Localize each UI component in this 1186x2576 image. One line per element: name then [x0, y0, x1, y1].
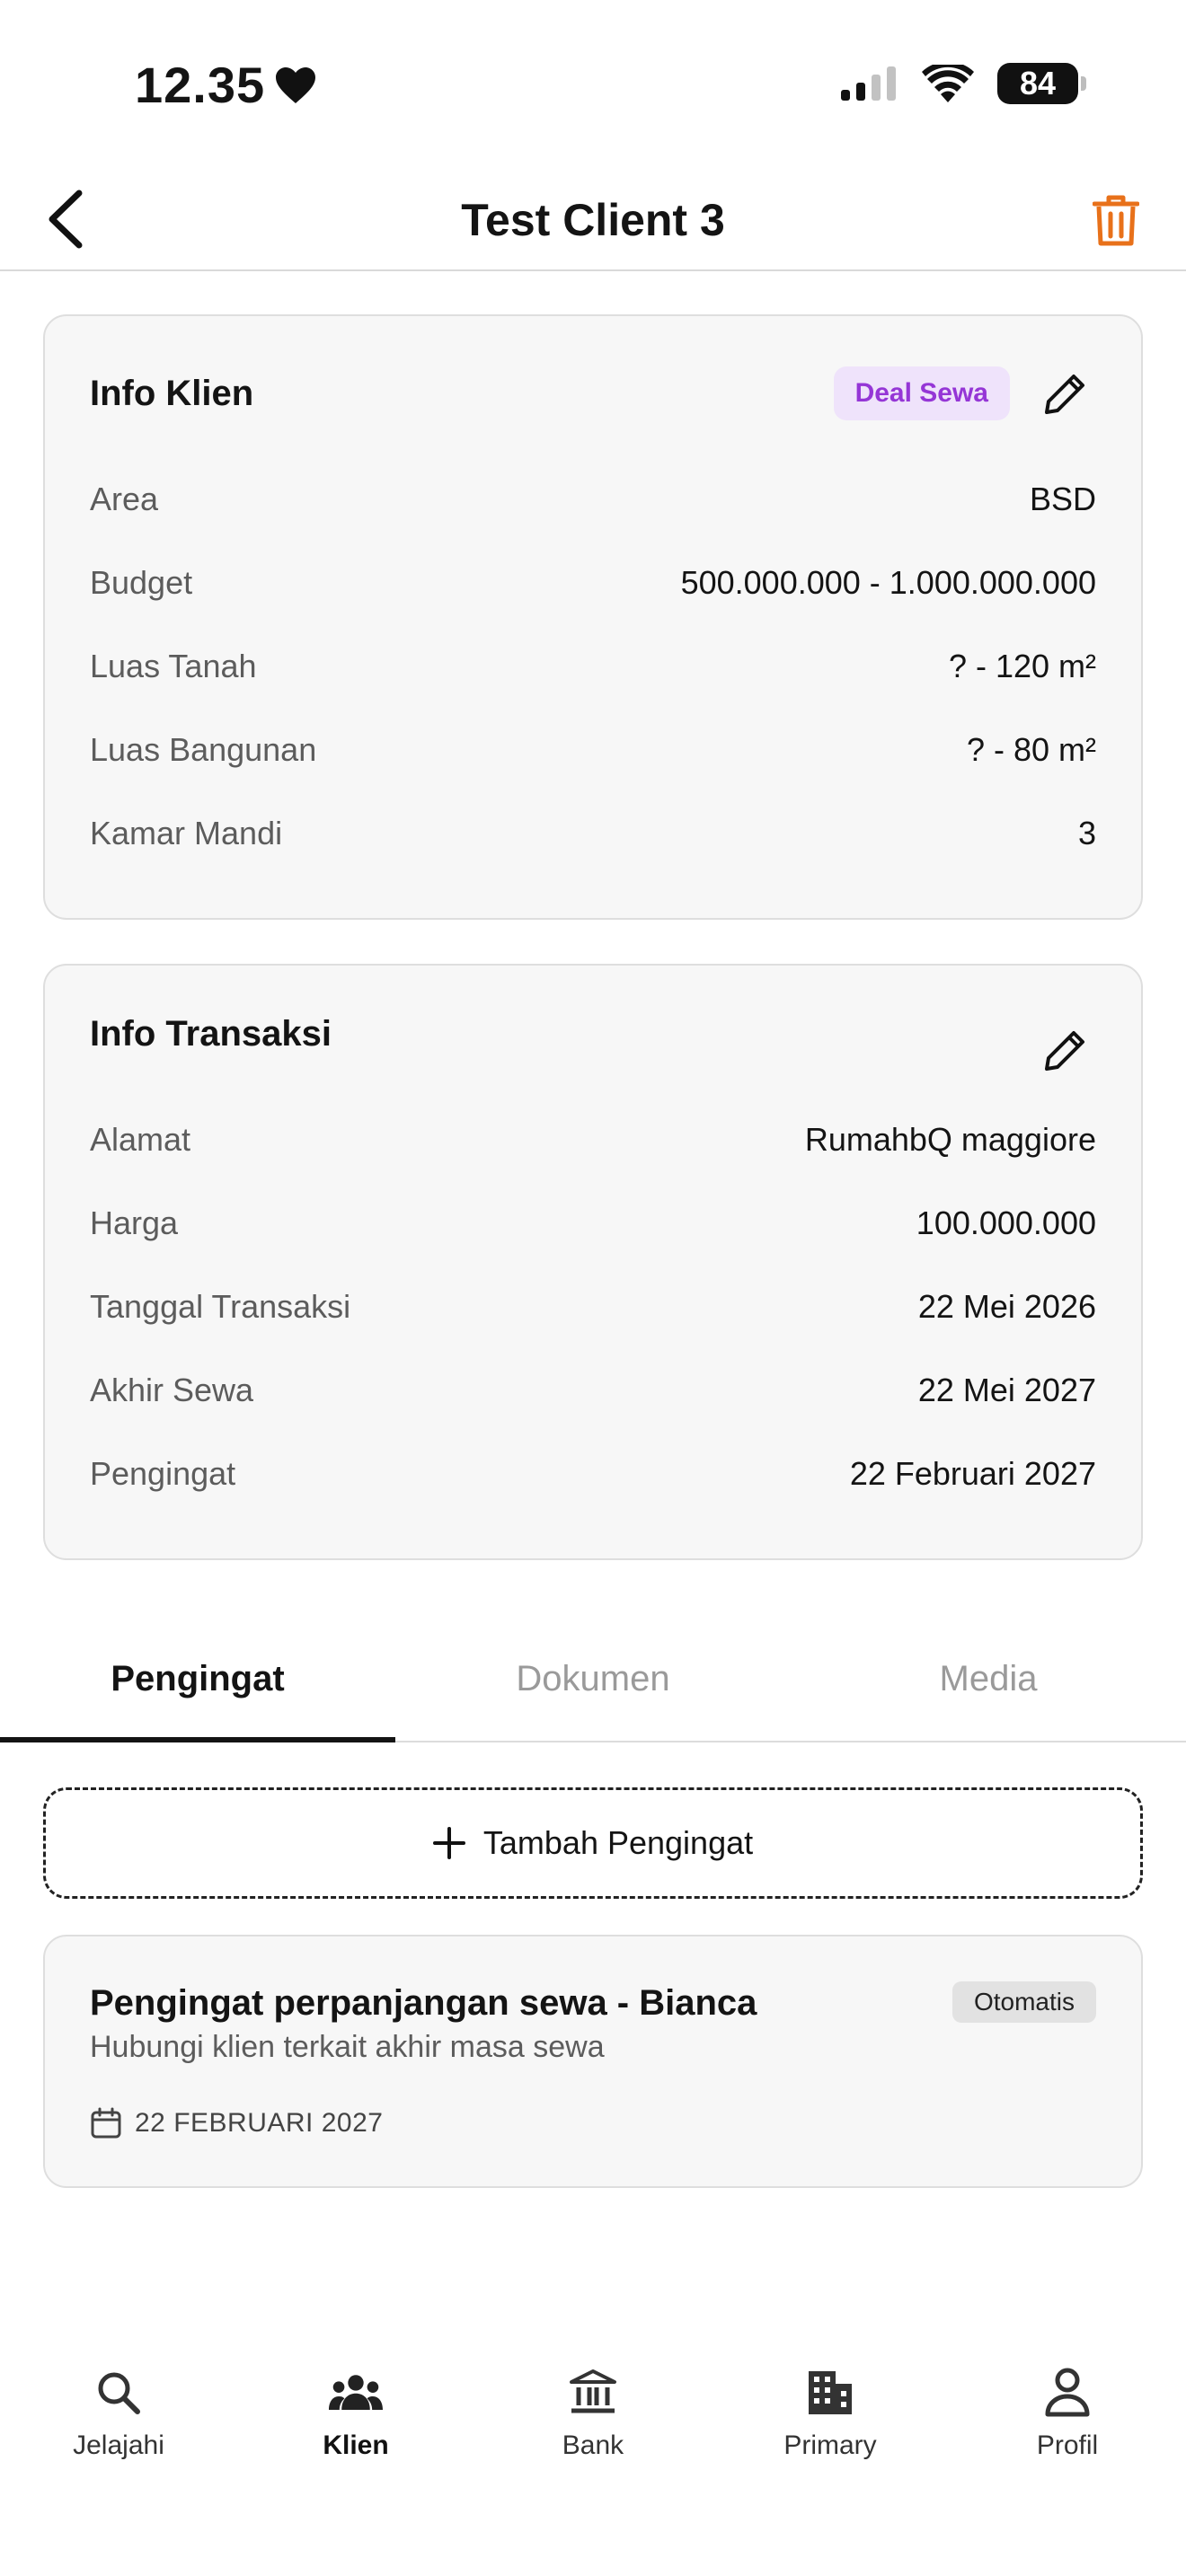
info-row-value: 22 Mei 2026 — [917, 1288, 1096, 1325]
status-indicators: 84 — [841, 63, 1086, 104]
reminder-date: 22 FEBRUARI 2027 — [90, 2107, 383, 2139]
trash-icon — [1093, 195, 1139, 246]
person-icon — [1040, 2366, 1094, 2420]
active-tab-indicator — [0, 1737, 395, 1742]
reminder-type-badge: Otomatis — [951, 1981, 1096, 2023]
info-row-value: ? - 120 m² — [948, 648, 1096, 684]
reminder-subtitle: Hubungi klien terkait akhir masa sewa — [90, 2030, 605, 2064]
delete-button[interactable] — [1082, 187, 1150, 255]
info-row: Luas Tanah ? - 120 m² — [90, 640, 1096, 693]
edit-transaction-button[interactable] — [1039, 1023, 1093, 1077]
pencil-icon — [1045, 375, 1084, 414]
info-row: Kamar Mandi 3 — [90, 807, 1096, 860]
info-row-value: 22 Februari 2027 — [849, 1455, 1096, 1492]
status-badge: Deal Sewa — [833, 366, 1010, 420]
info-row-value: 3 — [1077, 815, 1096, 851]
info-row-label: Budget — [90, 564, 193, 601]
plus-icon — [432, 1827, 465, 1859]
info-row-label: Luas Tanah — [90, 648, 257, 684]
info-row-value: 100.000.000 — [916, 1204, 1096, 1241]
info-row-value: RumahbQ maggiore — [804, 1121, 1096, 1158]
nav-jelajahi[interactable]: Jelajahi — [0, 2366, 237, 2461]
search-icon — [92, 2366, 146, 2420]
reminder-card[interactable]: Pengingat perpanjangan sewa - Bianca Hub… — [43, 1935, 1143, 2188]
info-row: Tanggal Transaksi 22 Mei 2026 — [90, 1280, 1096, 1334]
info-row: Harga 100.000.000 — [90, 1196, 1096, 1250]
info-row-label: Alamat — [90, 1121, 191, 1158]
info-row-label: Tanggal Transaksi — [90, 1288, 351, 1325]
info-row: Luas Bangunan ? - 80 m² — [90, 723, 1096, 777]
edit-client-button[interactable] — [1039, 366, 1093, 420]
info-row: Budget 500.000.000 - 1.000.000.000 — [90, 556, 1096, 610]
tab-media[interactable]: Media — [791, 1617, 1186, 1741]
add-reminder-button[interactable]: Tambah Pengingat — [43, 1787, 1143, 1899]
info-transaksi-title: Info Transaksi — [90, 1014, 332, 1054]
info-row-value: 22 Mei 2027 — [917, 1372, 1096, 1408]
signal-icon — [841, 66, 896, 101]
wifi-icon — [922, 65, 974, 102]
nav-label: Profil — [1036, 2430, 1099, 2460]
info-row-value: ? - 80 m² — [966, 731, 1096, 768]
info-row-label: Area — [90, 481, 159, 517]
nav-profil[interactable]: Profil — [949, 2366, 1186, 2461]
nav-klien[interactable]: Klien — [237, 2366, 474, 2461]
info-row-label: Harga — [90, 1204, 179, 1241]
info-row-label: Kamar Mandi — [90, 815, 283, 851]
nav-bank[interactable]: Bank — [474, 2366, 712, 2461]
reminder-title: Pengingat perpanjangan sewa - Bianca — [90, 1983, 757, 2023]
heart-icon — [276, 66, 316, 103]
bottom-nav: Jelajahi Klien Bank Primary Profil — [0, 2335, 1186, 2576]
status-bar: 12.35 84 — [0, 0, 1186, 171]
reminder-date-text: 22 FEBRUARI 2027 — [135, 2108, 384, 2138]
building-icon — [803, 2366, 857, 2420]
info-row-label: Akhir Sewa — [90, 1372, 254, 1408]
info-klien-card: Info Klien Deal Sewa Area BSD Budget 500… — [43, 314, 1143, 920]
nav-primary[interactable]: Primary — [712, 2366, 949, 2461]
calendar-icon — [91, 2107, 121, 2139]
add-reminder-label: Tambah Pengingat — [482, 1824, 754, 1861]
info-row-label: Luas Bangunan — [90, 731, 317, 768]
pencil-icon — [1045, 1031, 1084, 1071]
nav-label: Primary — [783, 2430, 877, 2460]
nav-label: Klien — [323, 2430, 389, 2460]
status-time: 12.35 — [135, 56, 317, 114]
page-title: Test Client 3 — [461, 195, 725, 245]
info-row: Akhir Sewa 22 Mei 2027 — [90, 1363, 1096, 1417]
info-row-label: Pengingat — [90, 1455, 236, 1492]
info-row: Pengingat 22 Februari 2027 — [90, 1447, 1096, 1501]
nav-label: Bank — [562, 2430, 624, 2460]
info-row-value: 500.000.000 - 1.000.000.000 — [680, 564, 1096, 601]
people-icon — [329, 2366, 383, 2420]
tab-pengingat[interactable]: Pengingat — [0, 1617, 395, 1741]
tab-bar: Pengingat Dokumen Media — [0, 1617, 1186, 1742]
info-row: Alamat RumahbQ maggiore — [90, 1113, 1096, 1167]
nav-label: Jelajahi — [73, 2430, 164, 2460]
battery-indicator: 84 — [997, 63, 1086, 104]
info-transaksi-card: Info Transaksi Alamat RumahbQ maggiore H… — [43, 964, 1143, 1560]
app-header: Test Client 3 — [0, 171, 1186, 271]
info-klien-title: Info Klien — [90, 374, 254, 413]
tab-dokumen[interactable]: Dokumen — [395, 1617, 791, 1741]
status-time-text: 12.35 — [135, 57, 266, 113]
info-row-value: BSD — [1029, 481, 1096, 517]
info-row: Area BSD — [90, 472, 1096, 526]
bank-icon — [566, 2366, 620, 2420]
